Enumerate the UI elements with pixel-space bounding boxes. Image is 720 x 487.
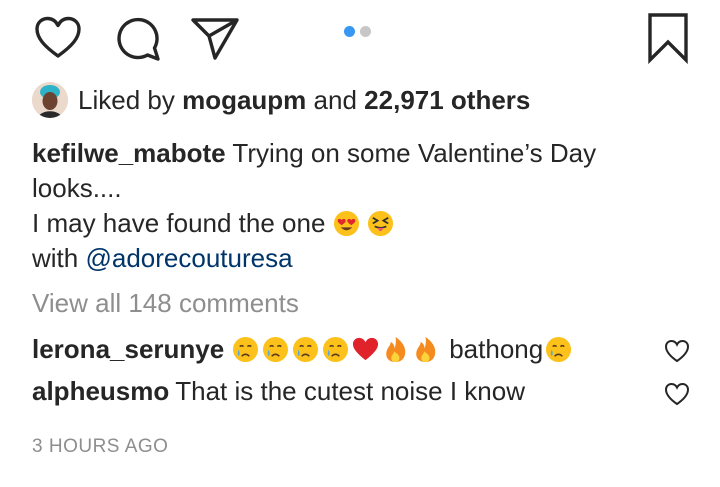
comment-text: bathong (449, 334, 544, 364)
post-timestamp: 3 HOURS AGO (32, 436, 169, 457)
caption-line-1: Trying on some Valentine’s Day (232, 138, 597, 168)
comment-like-heart-icon[interactable] (664, 382, 690, 406)
likes-prefix: Liked by (78, 84, 175, 115)
comment-row: lerona_serunye bathong (32, 334, 572, 365)
likes-count-link[interactable]: 22,971 others (364, 85, 530, 116)
carousel-dot-inactive (360, 26, 371, 37)
caption-line-4-prefix: with (32, 243, 79, 273)
comment-emoji-group (232, 336, 439, 363)
comment-username[interactable]: lerona_serunye (32, 334, 224, 365)
liker-username[interactable]: mogaupm (182, 85, 306, 116)
avatar[interactable] (32, 82, 68, 118)
caption-line-2: looks.... (32, 173, 122, 203)
crying-face-emoji (233, 336, 259, 363)
red-heart-emoji (353, 337, 379, 361)
avatar-image (32, 82, 68, 118)
fire-emoji (386, 336, 406, 363)
caption-mention-link[interactable]: @adorecouturesa (85, 243, 292, 273)
heart-outline-icon[interactable] (34, 16, 82, 60)
caption-line-3: I may have found the one (32, 208, 326, 238)
comment-row: alpheusmo That is the cutest noise I kno… (32, 376, 525, 407)
bookmark-icon[interactable] (646, 12, 690, 64)
squinting-tongue-emoji (367, 210, 393, 237)
post-action-bar (0, 0, 720, 80)
comment-like-heart-icon[interactable] (664, 339, 690, 363)
crying-face-emoji (263, 336, 289, 363)
carousel-indicator (344, 26, 371, 37)
likes-connector: and (313, 84, 357, 115)
post-caption: kefilwe_mabote Trying on some Valentine’… (32, 136, 692, 276)
heart-eyes-emoji (333, 210, 359, 237)
crying-face-emoji (546, 336, 572, 363)
likes-summary: Liked by mogaupm and 22,971 others (32, 80, 530, 120)
carousel-dot-active (344, 26, 355, 37)
view-all-comments-link[interactable]: View all 148 comments (32, 288, 299, 319)
crying-face-emoji (293, 336, 319, 363)
speech-bubble-icon[interactable] (114, 15, 162, 63)
crying-face-emoji (323, 336, 349, 363)
fire-emoji (416, 336, 436, 363)
paper-plane-icon[interactable] (190, 15, 240, 61)
comment-text: That is the cutest noise I know (175, 376, 525, 406)
caption-username[interactable]: kefilwe_mabote (32, 138, 226, 168)
comment-username[interactable]: alpheusmo (32, 376, 169, 407)
